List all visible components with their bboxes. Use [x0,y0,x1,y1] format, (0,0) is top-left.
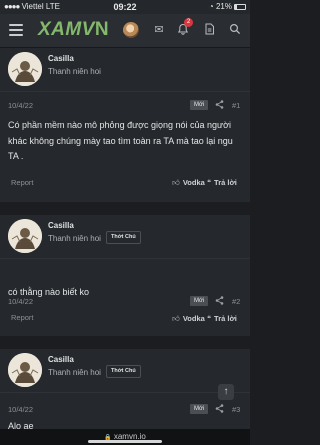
post-header: Casilla Thanh niên hoi Thớt Chủ [0,215,250,259]
user-avatar[interactable] [123,22,139,38]
report-link[interactable]: Report [11,313,34,322]
thumbs-up-icon: 👍︎ [172,178,180,187]
search-icon[interactable] [228,23,242,37]
post: Casilla Thanh niên hoi Thớt Chủ 10/4/22 … [0,215,250,336]
post-date[interactable]: 10/4/22 [8,101,33,110]
share-icon[interactable] [214,404,224,414]
like-button[interactable]: 👍︎ Vodka [172,314,205,324]
like-button[interactable]: 👍︎ Vodka [172,178,205,188]
reply-icon: ❝ [207,178,212,187]
avatar[interactable] [8,353,42,387]
post-content: Có phần mềm nào mô phỏng được giọng nói … [8,120,233,161]
report-link[interactable]: Report [11,178,34,187]
username[interactable]: Casilla [48,355,74,364]
app-header: XAMVN ✉ 2 [0,14,250,48]
avatar[interactable] [8,52,42,86]
reply-button[interactable]: ❝ Trả lời [207,314,237,323]
scroll-to-top-button[interactable]: ↑ [218,384,234,400]
new-badge: Mới [190,100,209,110]
post-number[interactable]: #1 [232,101,240,110]
share-icon[interactable] [214,100,224,110]
post-content: Alo ae [8,421,34,429]
thumbs-up-icon: 👍︎ [172,314,180,323]
username[interactable]: Casilla [48,221,74,230]
home-indicator [88,440,162,443]
post-content: có thằng nào biết ko [8,287,90,297]
user-title: Thanh niên hoi [48,67,101,76]
post-date[interactable]: 10/4/22 [8,405,33,414]
arrow-up-icon: ↑ [223,386,229,397]
hamburger-icon[interactable] [9,24,23,36]
post-header: Casilla Thanh niên hoi [0,48,250,92]
document-icon[interactable] [202,23,216,37]
username[interactable]: Casilla [48,54,74,63]
post-number[interactable]: #3 [232,405,240,414]
reply-button[interactable]: ❝ Trả lời [207,178,237,187]
battery-indicator: ◔ 21% [209,2,246,11]
post: Casilla Thanh niên hoi 10/4/22 Mới #1 Có… [0,48,250,202]
reply-icon: ❝ [207,314,212,323]
op-badge: Thớt Chủ [106,365,141,378]
site-logo[interactable]: XAMVN [38,19,109,41]
post-header: Casilla Thanh niên hoi Thớt Chủ [0,349,250,393]
new-badge: Mới [190,404,209,414]
avatar[interactable] [8,219,42,253]
post: Casilla Thanh niên hoi Thớt Chủ 10/4/22 … [0,349,250,429]
envelope-icon[interactable]: ✉ [152,23,166,37]
status-bar: ●●●● Viettel LTE 09:22 ◔ 21% [0,0,250,14]
notification-badge: 2 [184,18,193,27]
user-title: Thanh niên hoi [48,368,101,377]
user-title: Thanh niên hoi [48,234,101,243]
op-badge: Thớt Chủ [106,231,141,244]
